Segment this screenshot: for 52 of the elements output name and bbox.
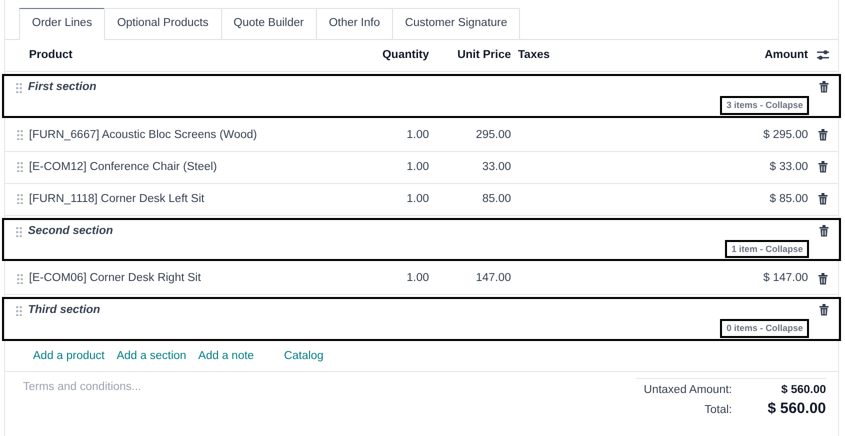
delete-icon[interactable] — [819, 224, 829, 237]
tab[interactable]: Customer Signature — [392, 8, 520, 39]
table-cell-text: 1.00 — [406, 271, 429, 286]
table-cell-text: 33.00 — [481, 160, 511, 175]
table-cell-text: 1.00 — [406, 160, 429, 175]
drag-handle-icon[interactable] — [16, 226, 22, 237]
total-label: Untaxed Amount: — [644, 383, 732, 398]
table-cell-text: [FURN_6667] Acoustic Bloc Screens (Wood) — [29, 128, 258, 143]
action-link[interactable]: Add a note — [198, 349, 254, 364]
column-header[interactable]: Taxes — [511, 48, 571, 63]
drag-handle-icon[interactable] — [16, 82, 22, 93]
total-value: $ 560.00 — [780, 383, 826, 398]
column-header[interactable]: Amount — [571, 48, 808, 63]
collapse-toggle[interactable]: 1 item - Collapse — [725, 240, 809, 258]
delete-icon[interactable] — [818, 161, 828, 174]
total-label: Total: — [704, 403, 732, 418]
delete-icon[interactable] — [819, 80, 829, 93]
drag-handle-icon[interactable] — [17, 274, 23, 284]
table-cell-text: $ 295.00 — [762, 128, 808, 143]
column-header[interactable]: Quantity — [371, 48, 429, 63]
drag-handle-icon[interactable] — [17, 194, 23, 204]
total-value: $ 560.00 — [766, 399, 826, 419]
table-cell-text: 1.00 — [406, 192, 429, 207]
drag-handle-icon[interactable] — [16, 306, 22, 316]
table-cell-text: 295.00 — [474, 128, 511, 143]
delete-icon[interactable] — [818, 129, 828, 142]
table-cell-text: [E-COM12] Conference Chair (Steel) — [29, 160, 218, 175]
table-cell-text: [E-COM06] Corner Desk Right Sit — [29, 271, 202, 286]
delete-icon[interactable] — [818, 272, 828, 285]
section-title: Third section — [28, 303, 102, 318]
table-cell-text: $ 33.00 — [768, 160, 808, 175]
table-cell-text: 147.00 — [474, 271, 511, 286]
action-link[interactable]: Add a section — [116, 349, 186, 364]
drag-handle-icon[interactable] — [17, 130, 23, 140]
column-header[interactable]: Unit Price — [429, 48, 511, 63]
delete-icon[interactable] — [819, 304, 829, 316]
table-cell-text: [FURN_1118] Corner Desk Left Sit — [29, 192, 206, 207]
settings-icon[interactable] — [817, 49, 829, 62]
delete-icon[interactable] — [818, 193, 828, 206]
section-title: First section — [28, 80, 98, 95]
collapse-toggle[interactable]: 3 items - Collapse — [720, 96, 809, 115]
action-link[interactable]: Catalog — [284, 349, 324, 364]
drag-handle-icon[interactable] — [17, 162, 23, 172]
table-cell-text: 1.00 — [406, 128, 429, 143]
table-cell-text: $ 85.00 — [768, 192, 808, 207]
section-title: Second section — [28, 224, 114, 239]
table-cell-text: $ 147.00 — [762, 271, 808, 286]
collapse-toggle[interactable]: 0 items - Collapse — [720, 319, 809, 338]
tab[interactable]: Order Lines — [19, 8, 106, 40]
table-cell-text: 85.00 — [481, 192, 511, 207]
action-link[interactable]: Add a product — [33, 349, 105, 364]
column-header[interactable]: Product — [29, 48, 371, 63]
